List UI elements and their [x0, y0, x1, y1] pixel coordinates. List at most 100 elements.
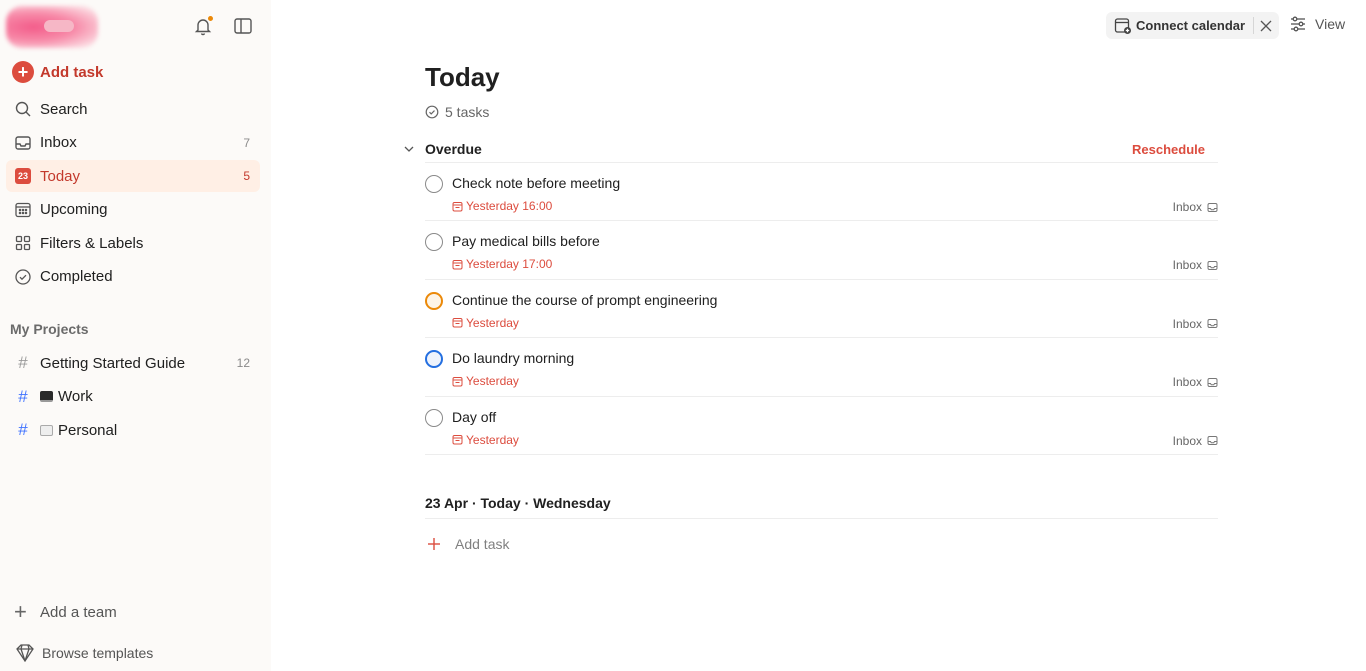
calendar-add-icon — [1114, 17, 1131, 34]
overdue-task-list: Check note before meeting Yesterday 16:0… — [425, 163, 1218, 455]
notepad-emoji-icon — [40, 424, 53, 436]
task-checkbox[interactable] — [425, 233, 443, 252]
inbox-icon — [1207, 377, 1218, 387]
sidebar-item-label: Upcoming — [40, 201, 108, 219]
project-item-getting-started[interactable]: # Getting Started Guide 12 — [6, 347, 260, 379]
task-due-date[interactable]: Yesterday — [452, 374, 519, 388]
task-project-label: Inbox — [1172, 316, 1202, 331]
plus-icon — [425, 535, 443, 553]
project-count: 12 — [236, 356, 250, 370]
task-project[interactable]: Inbox — [1173, 258, 1218, 272]
sidebar-item-inbox[interactable]: Inbox 7 — [6, 127, 260, 159]
overdue-section-header: Overdue Reschedule — [400, 138, 1218, 160]
reschedule-button[interactable]: Reschedule — [1132, 142, 1205, 157]
task-project-label: Inbox — [1172, 200, 1202, 214]
project-label: Personal — [58, 421, 118, 439]
connect-calendar-button[interactable]: Connect calendar — [1106, 12, 1245, 39]
calendar-icon — [452, 259, 463, 270]
today-day-number: 23 — [15, 168, 31, 185]
search-icon — [14, 100, 32, 118]
task-project-label: Inbox — [1172, 375, 1202, 390]
sidebar-item-label: Today — [40, 167, 81, 185]
connect-calendar-label: Connect calendar — [1136, 18, 1246, 33]
inbox-icon — [14, 134, 32, 152]
task-due-label: Yesterday — [466, 432, 519, 447]
task-count-label: 5 tasks — [445, 104, 490, 120]
account-name-blurred — [44, 20, 74, 32]
task-project[interactable]: Inbox — [1173, 200, 1218, 214]
task-checkbox[interactable] — [425, 408, 443, 427]
task-name[interactable]: Day off — [452, 409, 496, 425]
task-due-date[interactable]: Yesterday — [452, 433, 519, 447]
connect-calendar-banner: Connect calendar — [1106, 12, 1279, 39]
sidebar-item-today[interactable]: 23 Today 5 — [6, 160, 260, 193]
task-row[interactable]: Do laundry morning Yesterday Inbox — [425, 338, 1218, 397]
overdue-title: Overdue — [425, 141, 482, 157]
sidebar-item-filters-labels[interactable]: Filters & Labels — [6, 227, 260, 259]
task-row[interactable]: Check note before meeting Yesterday 16:0… — [425, 163, 1218, 222]
task-project-label: Inbox — [1172, 258, 1202, 273]
task-project[interactable]: Inbox — [1173, 375, 1218, 389]
task-name[interactable]: Check note before meeting — [452, 175, 620, 191]
task-name[interactable]: Do laundry morning — [452, 350, 574, 366]
project-item-personal[interactable]: # Personal — [6, 414, 260, 446]
template-diamond-icon — [14, 643, 36, 663]
my-projects-heading[interactable]: My Projects — [10, 321, 89, 337]
task-name[interactable]: Pay medical bills before — [452, 233, 600, 249]
inbox-icon — [1207, 319, 1218, 329]
hash-icon: # — [18, 420, 28, 440]
upcoming-calendar-icon — [14, 201, 32, 219]
project-item-work[interactable]: # Work — [6, 381, 260, 413]
task-checkbox[interactable] — [425, 175, 443, 193]
today-calendar-icon: 23 — [14, 167, 32, 185]
toggle-sidebar-icon[interactable] — [232, 15, 254, 37]
task-due-date[interactable]: Yesterday 16:00 — [452, 199, 552, 213]
hash-icon: # — [18, 386, 28, 406]
task-checkbox-priority-4[interactable] — [425, 350, 443, 369]
today-count: 5 — [243, 169, 250, 184]
task-name[interactable]: Continue the course of prompt engineerin… — [452, 292, 717, 308]
browse-templates-label: Browse templates — [42, 645, 154, 661]
inbox-icon — [1207, 202, 1218, 212]
task-due-label: Yesterday — [466, 315, 519, 330]
sidebar-item-search[interactable]: Search — [6, 93, 260, 125]
add-task-button[interactable]: + Add task — [12, 61, 103, 83]
task-row[interactable]: Day off Yesterday Inbox — [425, 397, 1218, 455]
close-icon[interactable] — [1254, 12, 1278, 39]
calendar-icon — [452, 376, 463, 387]
add-task-inline-label: Add task — [455, 536, 510, 552]
today-date-heading: 23 Apr · Today · Wednesday — [425, 495, 611, 511]
view-label: View — [1315, 16, 1346, 32]
hash-icon: # — [18, 353, 28, 372]
sidebar-item-label: Filters & Labels — [40, 234, 144, 252]
sidebar-item-upcoming[interactable]: Upcoming — [6, 194, 260, 226]
task-project[interactable]: Inbox — [1173, 317, 1218, 331]
plus-icon: + — [12, 61, 34, 83]
chevron-down-icon[interactable] — [400, 140, 418, 158]
check-circle-icon — [14, 268, 32, 286]
task-due-label: Yesterday 17:00 — [466, 257, 553, 272]
add-task-inline-button[interactable]: Add task — [425, 535, 509, 553]
task-row[interactable]: Continue the course of prompt engineerin… — [425, 280, 1218, 339]
task-count: 5 tasks — [425, 104, 489, 120]
task-due-date[interactable]: Yesterday — [452, 316, 519, 330]
project-label: Work — [58, 388, 93, 406]
sidebar-item-label: Search — [40, 100, 88, 118]
page-title: Today — [425, 62, 500, 92]
task-row[interactable]: Pay medical bills before Yesterday 17:00… — [425, 221, 1218, 280]
divider — [425, 518, 1218, 519]
add-team-button[interactable]: + Add a team — [14, 601, 117, 623]
view-options-button[interactable]: View — [1289, 15, 1345, 33]
task-checkbox-priority-3[interactable] — [425, 291, 443, 310]
sidebar-nav: Search Inbox 7 23 Today 5 Upcoming Filte… — [6, 93, 260, 295]
sidebar-item-completed[interactable]: Completed — [6, 261, 260, 293]
task-due-label: Yesterday 16:00 — [466, 199, 553, 213]
browse-templates-button[interactable]: Browse templates — [14, 643, 153, 663]
laptop-emoji-icon — [40, 391, 53, 403]
task-due-label: Yesterday — [466, 374, 519, 389]
task-project[interactable]: Inbox — [1173, 434, 1218, 448]
task-due-date[interactable]: Yesterday 17:00 — [452, 257, 552, 271]
sidebar-item-label: Inbox — [40, 134, 77, 152]
sidebar-item-label: Completed — [40, 268, 113, 286]
add-task-label: Add task — [40, 63, 104, 81]
